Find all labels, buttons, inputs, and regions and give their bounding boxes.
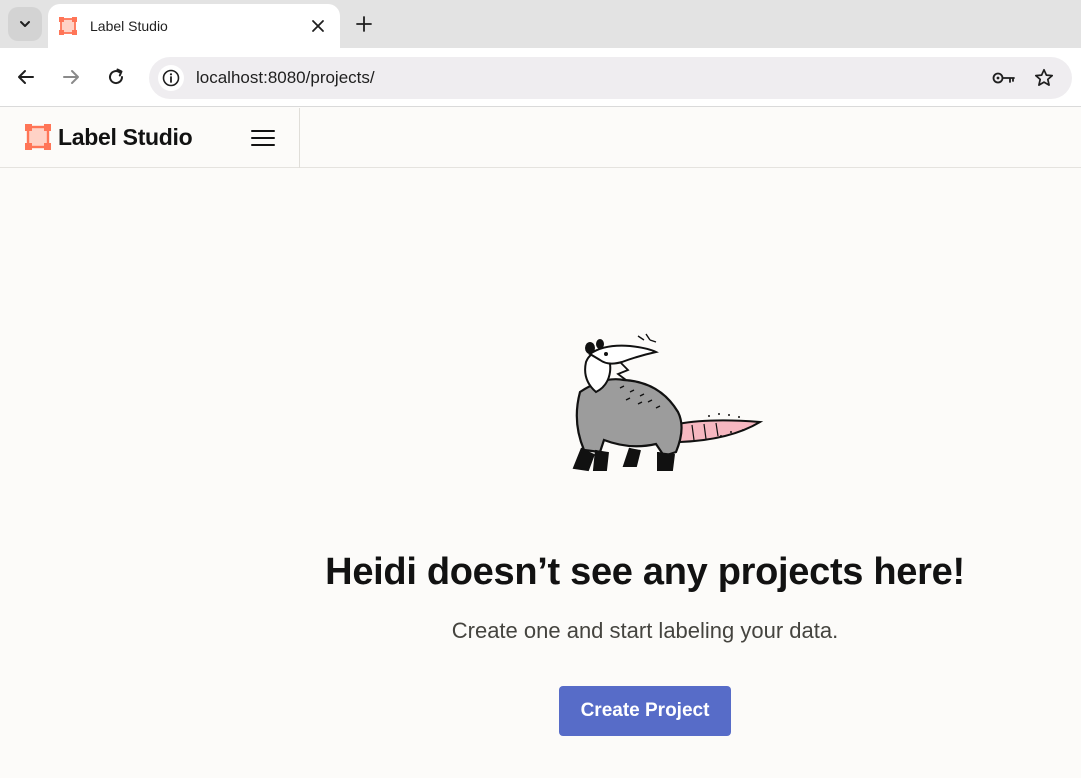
url-text[interactable]: localhost:8080/projects/ bbox=[196, 68, 992, 88]
new-tab-button[interactable] bbox=[352, 12, 376, 36]
reload-icon bbox=[109, 68, 124, 85]
projects-empty-state: Heidi doesn’t see any projects here! Cre… bbox=[300, 168, 1081, 778]
forward-button[interactable] bbox=[59, 65, 83, 89]
bookmark-button[interactable] bbox=[1032, 66, 1056, 90]
label-studio-logo-icon bbox=[25, 124, 51, 150]
tab-title: Label Studio bbox=[90, 18, 168, 34]
key-icon bbox=[992, 72, 1015, 84]
browser-toolbar: localhost:8080/projects/ bbox=[0, 48, 1081, 107]
address-bar[interactable]: localhost:8080/projects/ bbox=[149, 57, 1072, 99]
empty-state-subtitle: Create one and start labeling your data. bbox=[451, 618, 839, 643]
label-studio-favicon-icon bbox=[59, 17, 77, 35]
password-manager-button[interactable] bbox=[992, 66, 1016, 90]
empty-state-title: Heidi doesn’t see any projects here! bbox=[325, 551, 965, 593]
app-header: Label Studio bbox=[0, 108, 1081, 168]
hamburger-menu-icon bbox=[251, 130, 275, 146]
tab-search-button[interactable] bbox=[8, 7, 42, 41]
browser-tabstrip: Label Studio bbox=[0, 0, 1081, 48]
main-menu-button[interactable] bbox=[250, 125, 276, 151]
reload-button[interactable] bbox=[104, 65, 128, 89]
opossum-illustration-icon bbox=[572, 333, 764, 472]
info-icon bbox=[162, 69, 180, 87]
header-divider bbox=[299, 108, 300, 168]
arrow-right-icon bbox=[63, 70, 79, 84]
plus-icon bbox=[356, 16, 372, 32]
brand-name: Label Studio bbox=[58, 123, 193, 150]
arrow-left-icon bbox=[18, 70, 34, 84]
tab-close-button[interactable] bbox=[308, 16, 328, 36]
close-icon bbox=[312, 20, 324, 32]
star-icon bbox=[1034, 68, 1054, 86]
site-info-button[interactable] bbox=[158, 65, 184, 91]
browser-tab[interactable]: Label Studio bbox=[48, 4, 340, 48]
back-button[interactable] bbox=[14, 65, 38, 89]
chevron-down-icon bbox=[20, 21, 30, 27]
brand-link[interactable]: Label Studio bbox=[24, 123, 193, 151]
create-project-button[interactable]: Create Project bbox=[559, 686, 731, 736]
